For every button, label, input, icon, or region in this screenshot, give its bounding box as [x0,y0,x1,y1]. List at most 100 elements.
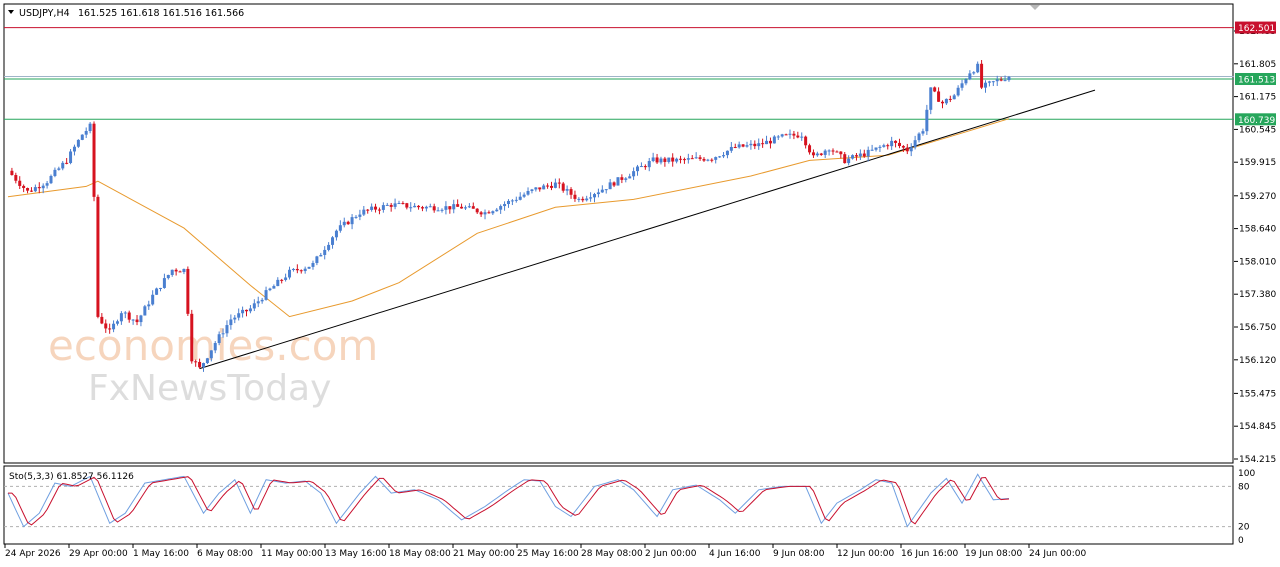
candle-bear[interactable] [432,206,436,211]
candle-bull[interactable] [49,175,53,184]
candle-bear[interactable] [620,177,624,180]
candle-bull[interactable] [288,269,292,278]
candle-bull[interactable] [542,185,546,190]
candle-bear[interactable] [573,194,577,199]
candle-bull[interactable] [291,268,295,270]
candle-bull[interactable] [342,221,346,226]
candle-bear[interactable] [854,155,858,157]
candle-bull[interactable] [616,177,620,186]
candle-bull[interactable] [874,147,878,150]
candle-bull[interactable] [960,83,964,88]
candle-bear[interactable] [655,157,659,163]
candle-bear[interactable] [186,268,190,314]
candle-bull[interactable] [264,290,268,300]
candle-bull[interactable] [33,187,37,192]
candle-bull[interactable] [514,199,518,201]
candle-bull[interactable] [221,333,225,335]
candle-bull[interactable] [115,321,119,324]
candle-bull[interactable] [69,151,73,164]
candle-bull[interactable] [57,168,61,170]
candle-bull[interactable] [995,79,999,82]
candle-bull[interactable] [354,216,358,218]
candle-bull[interactable] [827,150,831,152]
candle-bull[interactable] [381,205,385,210]
candle-bear[interactable] [702,158,706,161]
candle-bull[interactable] [334,230,338,238]
candle-bull[interactable] [491,211,495,214]
candle-bull[interactable] [929,87,933,110]
candle-bear[interactable] [135,319,139,323]
candle-bear[interactable] [741,144,745,147]
candle-bull[interactable] [463,207,467,209]
candle-bull[interactable] [143,306,147,316]
candle-bear[interactable] [475,208,479,213]
candle-bull[interactable] [131,319,135,321]
candle-bull[interactable] [765,140,769,145]
candle-bear[interactable] [448,206,452,210]
candle-bull[interactable] [323,249,327,255]
candle-bull[interactable] [338,225,342,231]
candle-bull[interactable] [413,205,417,208]
candle-bear[interactable] [14,175,18,181]
candle-bull[interactable] [913,140,917,148]
candle-bear[interactable] [698,157,702,159]
candle-bull[interactable] [628,176,632,179]
candle-bull[interactable] [851,155,855,159]
candle-bear[interactable] [897,142,901,147]
candle-bull[interactable] [788,133,792,135]
candle-bear[interactable] [831,150,835,152]
candle-bull[interactable] [123,312,127,314]
candle-bull[interactable] [706,159,710,161]
candle-bull[interactable] [647,161,651,168]
candle-bull[interactable] [800,136,804,138]
candle-bull[interactable] [151,294,155,305]
candle-bull[interactable] [890,140,894,147]
candle-bull[interactable] [815,153,819,156]
candle-bull[interactable] [1007,76,1011,81]
candle-bear[interactable] [127,312,131,320]
candle-bear[interactable] [190,313,194,362]
candle-bear[interactable] [405,203,409,208]
candle-bear[interactable] [377,209,381,211]
candle-bull[interactable] [315,256,319,264]
candle-bear[interactable] [561,183,565,191]
candle-bull[interactable] [409,207,413,209]
candle-bull[interactable] [350,217,354,225]
candle-bull[interactable] [686,158,690,160]
candle-bull[interactable] [139,315,143,323]
candle-bull[interactable] [968,73,972,80]
candle-bear[interactable] [96,196,100,317]
candle-bull[interactable] [917,133,921,141]
candle-bull[interactable] [213,343,217,351]
candle-bull[interactable] [600,189,604,193]
candle-bull[interactable] [882,145,886,147]
candle-bear[interactable] [401,203,405,205]
candle-bull[interactable] [495,209,499,212]
candle-bull[interactable] [225,325,229,334]
candle-bear[interactable] [29,190,33,192]
candle-bull[interactable] [303,268,307,272]
candle-bull[interactable] [956,87,960,96]
candle-bull[interactable] [694,157,698,159]
candle-bull[interactable] [499,206,503,210]
candle-bull[interactable] [358,214,362,217]
candle-bull[interactable] [217,334,221,344]
candle-bear[interactable] [10,170,14,176]
candle-bull[interactable] [229,319,233,326]
candle-bull[interactable] [182,268,186,273]
candle-bear[interactable] [104,323,108,329]
candle-bull[interactable] [909,147,913,152]
candle-bull[interactable] [327,244,331,250]
candle-bear[interactable] [92,123,96,197]
candle-bull[interactable] [745,145,749,147]
candle-bear[interactable] [862,153,866,157]
candle-bear[interactable] [245,309,249,312]
candle-bull[interactable] [675,158,679,162]
candle-bear[interactable] [643,166,647,168]
usdjpy-chart[interactable]: economies.com FxNewsToday 162.435161.805… [0,0,1280,567]
candle-bear[interactable] [933,87,937,92]
candle-bull[interactable] [972,72,976,74]
candle-bull[interactable] [667,157,671,162]
candle-bull[interactable] [41,185,45,189]
candle-bull[interactable] [577,198,581,200]
